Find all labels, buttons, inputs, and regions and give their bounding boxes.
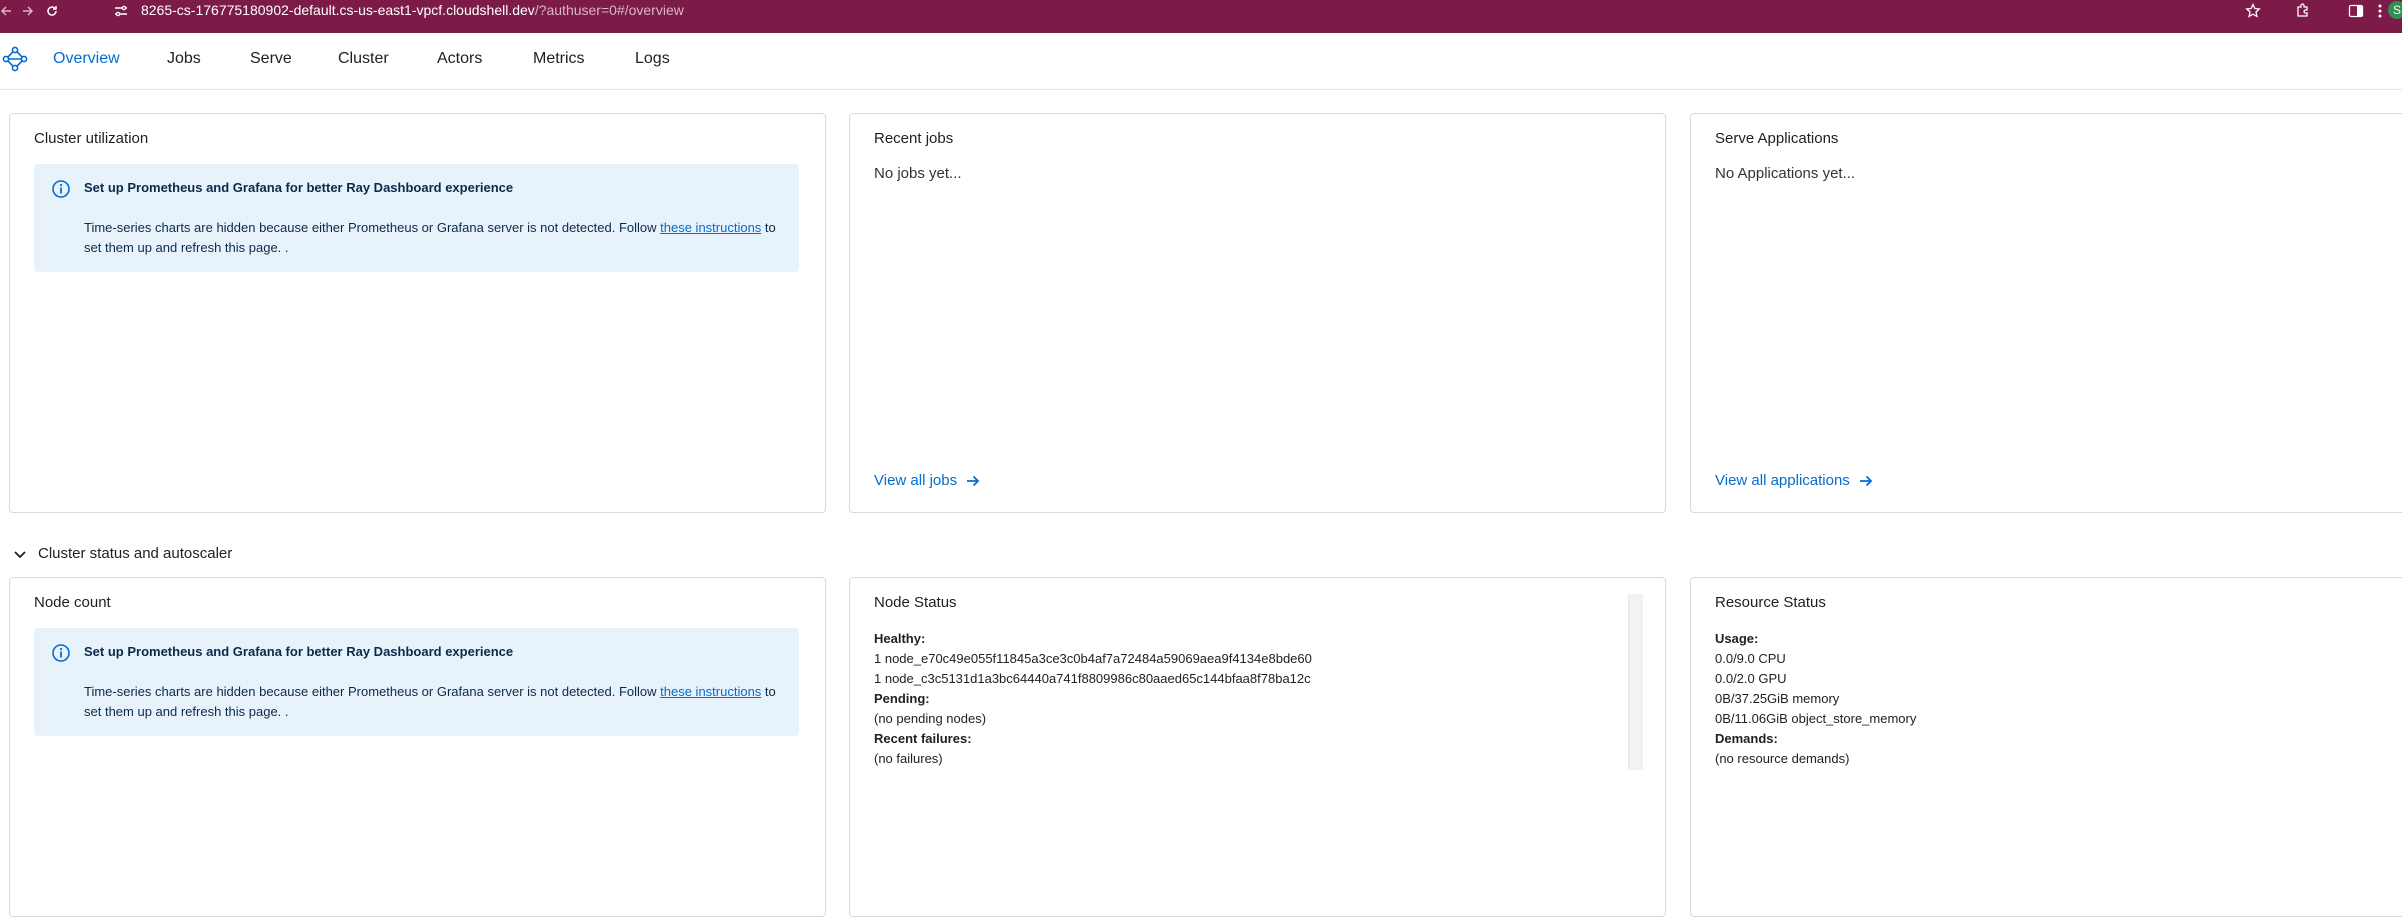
recent-failures-value: (no failures) <box>874 751 943 766</box>
card-title: Node count <box>34 594 111 611</box>
usage-item: 0B/11.06GiB object_store_memory <box>1715 711 1917 726</box>
healthy-node: 1 node_e70c49e055f11845a3ce3c0b4af7a7248… <box>874 651 1312 666</box>
card-title: Serve Applications <box>1715 130 1839 147</box>
card-title: Cluster utilization <box>34 130 149 147</box>
extensions-icon[interactable] <box>2293 0 2313 21</box>
empty-state-text: No jobs yet... <box>874 165 962 182</box>
usage-item: 0.0/2.0 GPU <box>1715 671 1787 686</box>
tab-actors[interactable]: Actors <box>437 50 482 68</box>
view-all-jobs-link[interactable]: View all jobs <box>874 472 981 489</box>
usage-item: 0B/37.25GiB memory <box>1715 691 1840 706</box>
card-title: Resource Status <box>1715 594 1826 611</box>
pending-value: (no pending nodes) <box>874 711 987 726</box>
browser-toolbar: 8265-cs-176775180902-default.cs-us-east1… <box>0 0 2402 21</box>
url-host: 8265-cs-176775180902-default.cs-us-east1… <box>141 2 535 18</box>
ray-logo-icon[interactable] <box>2 45 28 73</box>
view-all-applications-link[interactable]: View all applications <box>1715 472 1874 489</box>
menu-dots-icon[interactable] <box>2370 0 2390 21</box>
healthy-node: 1 node_c3c5131d1a3bc64440a741f8809986c80… <box>874 671 1311 686</box>
link-label: View all jobs <box>874 472 958 489</box>
tab-logs[interactable]: Logs <box>635 50 670 68</box>
arrow-right-icon <box>967 475 980 486</box>
healthy-label: Healthy: <box>874 631 926 646</box>
tab-cluster[interactable]: Cluster <box>338 50 389 68</box>
resource-status-card: Resource Status Usage: 0.0/9.0 CPU 0.0/2… <box>1690 577 2402 917</box>
section-title: Cluster status and autoscaler <box>38 545 233 562</box>
empty-state-text: No Applications yet... <box>1715 165 1856 182</box>
prometheus-info-alert: Set up Prometheus and Grafana for better… <box>34 628 799 736</box>
alert-title: Set up Prometheus and Grafana for better… <box>84 180 514 195</box>
demands-value: (no resource demands) <box>1715 751 1850 766</box>
resource-status-content: Usage: 0.0/9.0 CPU 0.0/2.0 GPU 0B/37.25G… <box>1715 629 1916 769</box>
address-bar[interactable]: 8265-cs-176775180902-default.cs-us-east1… <box>141 0 684 21</box>
alert-title: Set up Prometheus and Grafana for better… <box>84 644 514 659</box>
serve-applications-card: Serve Applications No Applications yet..… <box>1690 113 2402 513</box>
node-count-card: Node count Set up Prometheus and Grafana… <box>9 577 826 917</box>
arrow-right-icon <box>1859 475 1873 486</box>
recent-failures-label: Recent failures: <box>874 731 972 746</box>
bookmark-star-icon[interactable] <box>2243 0 2263 21</box>
instructions-link[interactable]: these instructions <box>660 684 761 699</box>
cluster-status-section-toggle[interactable]: Cluster status and autoscaler <box>12 545 232 562</box>
card-title: Node Status <box>874 594 957 611</box>
tab-overview[interactable]: Overview <box>53 50 120 68</box>
side-panel-icon[interactable] <box>2346 0 2366 21</box>
usage-item: 0.0/9.0 CPU <box>1715 651 1786 666</box>
browser-divider <box>0 21 2402 33</box>
tab-serve[interactable]: Serve <box>250 50 292 68</box>
info-icon <box>52 644 70 662</box>
chevron-down-icon <box>14 550 26 558</box>
tab-jobs[interactable]: Jobs <box>167 50 201 68</box>
forward-icon[interactable] <box>18 0 38 21</box>
prometheus-info-alert: Set up Prometheus and Grafana for better… <box>34 164 799 272</box>
app-navbar: Overview Jobs Serve Cluster Actors Metri… <box>0 33 2402 90</box>
url-path: /?authuser=0#/overview <box>534 2 684 18</box>
profile-avatar[interactable]: S <box>2388 1 2402 19</box>
instructions-link[interactable]: these instructions <box>660 220 761 235</box>
node-status-content: Healthy: 1 node_e70c49e055f11845a3ce3c0b… <box>874 629 1312 769</box>
back-icon[interactable] <box>0 0 16 21</box>
node-status-scrollbar[interactable] <box>1628 594 1643 770</box>
recent-jobs-card: Recent jobs No jobs yet... View all jobs <box>849 113 1666 513</box>
link-label: View all applications <box>1715 472 1850 489</box>
node-status-card: Node Status Healthy: 1 node_e70c49e055f1… <box>849 577 1666 917</box>
alert-body: Time-series charts are hidden because ei… <box>84 684 776 719</box>
tab-metrics[interactable]: Metrics <box>533 50 585 68</box>
usage-label: Usage: <box>1715 631 1759 646</box>
reload-icon[interactable] <box>42 0 62 21</box>
card-title: Recent jobs <box>874 130 954 147</box>
cluster-utilization-card: Cluster utilization Set up Prometheus an… <box>9 113 826 513</box>
site-info-icon[interactable] <box>111 0 131 21</box>
alert-body: Time-series charts are hidden because ei… <box>84 220 776 255</box>
info-icon <box>52 180 70 198</box>
demands-label: Demands: <box>1715 731 1778 746</box>
pending-label: Pending: <box>874 691 930 706</box>
